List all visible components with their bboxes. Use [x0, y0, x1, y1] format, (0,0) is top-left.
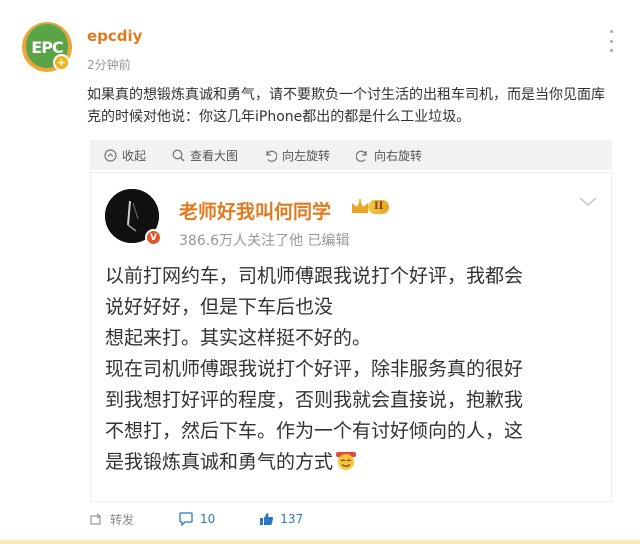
rotate-right-label: 向右旋转 [374, 148, 423, 163]
action-bar: 转发 10 137 [90, 508, 612, 530]
view-large-button[interactable]: 查看大图 [172, 147, 238, 164]
username[interactable]: epcdiy [87, 27, 142, 45]
thumbs-up-icon [260, 513, 274, 525]
repost-text-line: 以前打网约车，司机师傅跟我说打个好评，我都会 [105, 265, 524, 287]
rotate-left-button[interactable]: 向左旋转 [264, 147, 330, 164]
comment-count: 10 [200, 512, 216, 526]
collapse-button[interactable]: 收起 [104, 147, 146, 164]
crown-icon [352, 198, 368, 213]
repost-text-line: 想起来打。其实这样挺不好的。 [105, 327, 372, 349]
repost-text-line: 是我锻炼真诚和勇气的方式 [105, 451, 334, 473]
repost-text: 以前打网约车，司机师傅跟我说打个好评，我都会 说好好好，但是下车后也没 想起来打… [105, 261, 605, 478]
rotate-right-icon [356, 150, 367, 162]
vip-badge-icon: + [53, 54, 70, 71]
face-emoji-icon [336, 452, 357, 470]
more-vertical-icon[interactable] [606, 30, 616, 52]
rotate-left-icon [266, 150, 278, 162]
search-icon [172, 149, 185, 161]
repost-username: 老师好我叫何同学 [179, 201, 332, 223]
chevron-down-icon [579, 197, 597, 207]
verified-badge-icon: V [145, 229, 162, 246]
repost-text-line: 不想打，然后下车。作为一个有讨好倾向的人，这 [105, 420, 524, 442]
level-label: II [368, 200, 390, 214]
divider [0, 540, 640, 544]
comment-button[interactable]: 10 [178, 512, 215, 526]
post-text: 如果真的想锻炼真诚和勇气，请不要欺负一个讨生活的出租车司机，而是当你见面库克的时… [87, 87, 605, 125]
media-toolbar: 收起 查看大图 向左旋转 向右旋转 [90, 140, 612, 170]
repost-text-line: 现在司机师傅跟我说打个好评，除非服务真的很好 [105, 358, 524, 380]
post-time: 2分钟前 [87, 58, 131, 72]
comment-icon [179, 512, 193, 526]
repost-text-last-line: 是我锻炼真诚和勇气的方式 [105, 447, 605, 478]
collapse-label: 收起 [122, 148, 147, 163]
repost-text-line: 说好好好，但是下车后也没 [105, 296, 334, 318]
repost-meta: 386.6万人关注了他 已编辑 [179, 233, 350, 249]
like-count: 137 [280, 512, 304, 526]
like-button[interactable]: 137 [259, 512, 303, 526]
repost-text-line: 到我想打好评的程度，否则我就会直接说，抱歉我 [105, 389, 524, 411]
level-badge: II [350, 198, 390, 216]
view-large-label: 查看大图 [190, 148, 239, 163]
repost-icon [90, 513, 102, 525]
rotate-left-label: 向左旋转 [282, 148, 331, 163]
repost-label: 转发 [110, 512, 135, 527]
rotate-right-button[interactable]: 向右旋转 [356, 147, 422, 164]
repost-button[interactable]: 转发 [90, 511, 134, 528]
reposted-image[interactable]: V 老师好我叫何同学 II 386.6万人关注了他 已编辑 以前打网约车，司机师… [90, 172, 612, 502]
collapse-icon [104, 148, 117, 162]
